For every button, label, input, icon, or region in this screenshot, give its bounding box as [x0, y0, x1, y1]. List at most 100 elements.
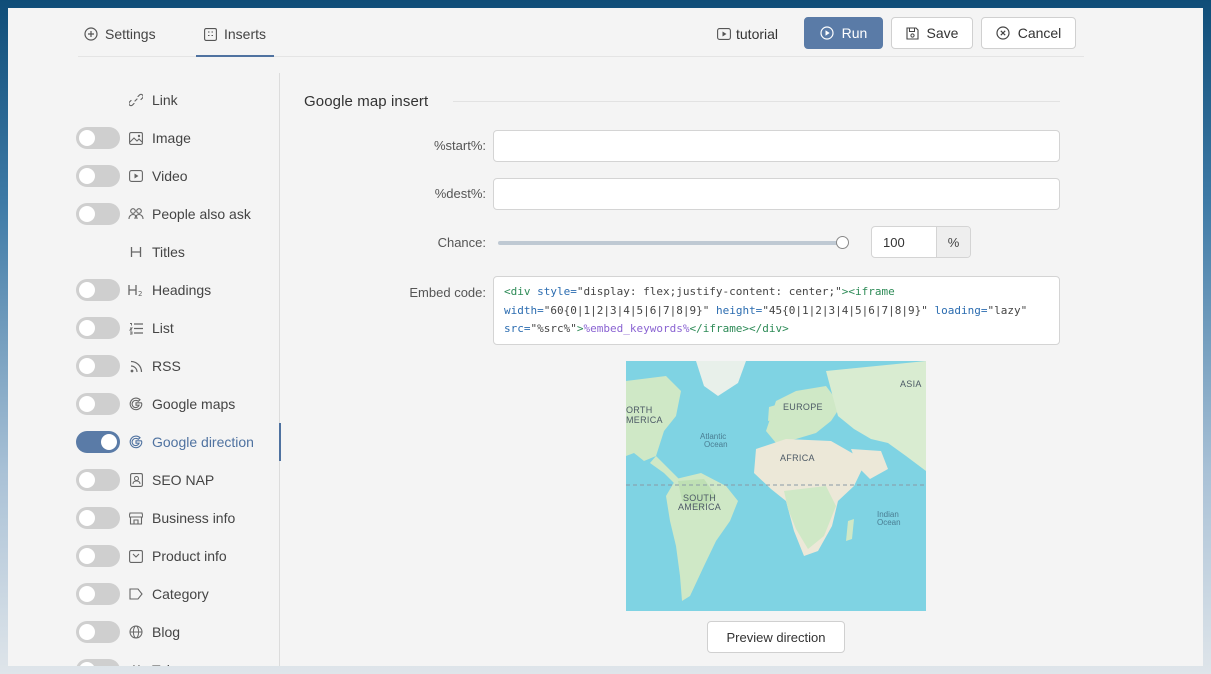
code-token: src=: [504, 322, 531, 335]
chance-slider-handle[interactable]: [836, 236, 849, 249]
floppy-disk-icon: [905, 26, 919, 40]
toggle-switch[interactable]: [76, 507, 120, 529]
chance-input[interactable]: 100: [872, 227, 936, 257]
toggle-knob: [79, 662, 95, 666]
sidebar-item-category[interactable]: Category: [68, 575, 280, 613]
code-token: "60{0|1|2|3|4|5|6|7|8|9}": [543, 303, 710, 317]
sidebar-item-token[interactable]: Token: [68, 651, 280, 666]
section-divider: [453, 101, 1060, 102]
video-icon: [128, 168, 144, 184]
toggle-switch[interactable]: [76, 127, 120, 149]
sidebar-item-label: Link: [152, 92, 178, 108]
code-token: loading=: [927, 303, 988, 317]
toggle-switch[interactable]: [76, 317, 120, 339]
save-button[interactable]: Save: [891, 17, 973, 49]
code-line: width="60{0|1|2|3|4|5|6|7|8|9}" height="…: [504, 302, 1049, 321]
sidebar-item-link[interactable]: Link: [68, 81, 280, 119]
toggle-switch[interactable]: [76, 279, 120, 301]
code-token: %embed_keywords%: [583, 322, 690, 335]
chance-unit: %: [936, 227, 970, 257]
sidebar-item-product-info[interactable]: Product info: [68, 537, 280, 575]
toggle-knob: [79, 282, 95, 298]
toggle-switch[interactable]: [76, 355, 120, 377]
toggle-knob: [79, 510, 95, 526]
sidebar-item-video[interactable]: Video: [68, 157, 280, 195]
code-token: <iframe: [848, 285, 895, 298]
sidebar-item-rss[interactable]: RSS: [68, 347, 280, 385]
sidebar-item-list[interactable]: List: [68, 309, 280, 347]
toggle-switch[interactable]: [76, 165, 120, 187]
globe-icon: [128, 624, 144, 640]
cancel-button[interactable]: Cancel: [981, 17, 1076, 49]
sidebar-item-label: Titles: [152, 244, 185, 260]
chance-label: Chance:: [437, 235, 486, 250]
section-title: Google map insert: [304, 93, 429, 110]
sidebar-item-google-maps[interactable]: Google maps: [68, 385, 280, 423]
app-window: Settings Inserts tutorial Run Save Cance…: [8, 8, 1203, 666]
svg-text:2: 2: [138, 290, 142, 297]
sidebar-item-business-info[interactable]: Business info: [68, 499, 280, 537]
sidebar-item-label: Blog: [152, 624, 181, 640]
toggle-knob: [79, 320, 95, 336]
toggle-switch[interactable]: [76, 393, 120, 415]
google-icon: [128, 434, 144, 450]
preview-direction-button[interactable]: Preview direction: [707, 621, 845, 653]
sidebar-item-blog[interactable]: Blog: [68, 613, 280, 651]
toggle-switch[interactable]: [76, 621, 120, 643]
sidebar-item-google-direction[interactable]: Google direction: [68, 423, 281, 461]
embed-code-editor[interactable]: <div style="display: flex;justify-conten…: [493, 276, 1060, 345]
sidebar-item-label: Google maps: [152, 396, 236, 412]
tab-inserts[interactable]: Inserts: [204, 26, 266, 42]
code-token: <div: [504, 285, 531, 298]
heading-icon: [128, 244, 144, 260]
cancel-label: Cancel: [1017, 25, 1062, 41]
toggle-knob: [79, 624, 95, 640]
image-icon: [128, 130, 144, 146]
toggle-switch[interactable]: [76, 469, 120, 491]
dest-input[interactable]: [493, 178, 1060, 210]
tab-label: Settings: [105, 26, 156, 42]
toggle-knob: [79, 206, 95, 222]
map-label-north: ORTH: [626, 405, 653, 415]
tutorial-link[interactable]: tutorial: [717, 26, 778, 42]
top-bar: Settings Inserts tutorial Run Save Cance…: [78, 8, 1084, 57]
toggle-switch[interactable]: [76, 583, 120, 605]
code-token: height=: [709, 303, 763, 317]
run-label: Run: [841, 25, 868, 41]
sidebar-item-label: Image: [152, 130, 191, 146]
sidebar-item-label: People also ask: [152, 206, 251, 222]
sidebar-item-seo-nap[interactable]: SEO NAP: [68, 461, 280, 499]
active-tab-indicator: [196, 55, 274, 57]
sidebar-item-label: Category: [152, 586, 209, 602]
toggle-switch[interactable]: [76, 203, 120, 225]
h2-icon: 2: [128, 282, 144, 298]
sidebar-item-headings[interactable]: 2 Headings: [68, 271, 280, 309]
plus-circle-icon: [84, 27, 98, 41]
sidebar-item-titles[interactable]: Titles: [68, 233, 280, 271]
toggle-switch[interactable]: [76, 545, 120, 567]
sidebar-item-label: Google direction: [152, 434, 254, 450]
chance-slider[interactable]: [498, 241, 843, 245]
inserts-sidebar: Link Image Video People also ask Titles 2 Head…: [68, 73, 281, 666]
code-token: "display: flex;justify-content: center;": [576, 285, 842, 298]
map-label-south-america: AMERICA: [678, 502, 722, 512]
toggle-switch[interactable]: [76, 431, 120, 453]
sidebar-item-image[interactable]: Image: [68, 119, 280, 157]
sidebar-item-people-also-ask[interactable]: People also ask: [68, 195, 280, 233]
save-label: Save: [926, 25, 959, 41]
code-line: src="%src%">%embed_keywords%</iframe></d…: [504, 320, 1049, 339]
run-button[interactable]: Run: [804, 17, 883, 49]
preview-label: Preview direction: [726, 629, 826, 645]
start-input[interactable]: [493, 130, 1060, 162]
code-token: "45{0|1|2|3|4|5|6|7|8|9}": [762, 303, 928, 317]
map-label-atlantic-ocean: Ocean: [704, 440, 728, 449]
toggle-switch[interactable]: [76, 659, 120, 666]
embed-label: Embed code:: [409, 285, 486, 300]
sidebar-item-label: Product info: [152, 548, 227, 564]
code-token: </iframe></div>: [689, 322, 789, 335]
toggle-knob: [79, 358, 95, 374]
code-token: style=: [530, 285, 577, 298]
sidebar-item-label: Business info: [152, 510, 236, 526]
tab-settings[interactable]: Settings: [84, 26, 156, 42]
map-preview[interactable]: ASIA ORTH MERICA EUROPE Atlantic Ocean A…: [626, 361, 926, 611]
